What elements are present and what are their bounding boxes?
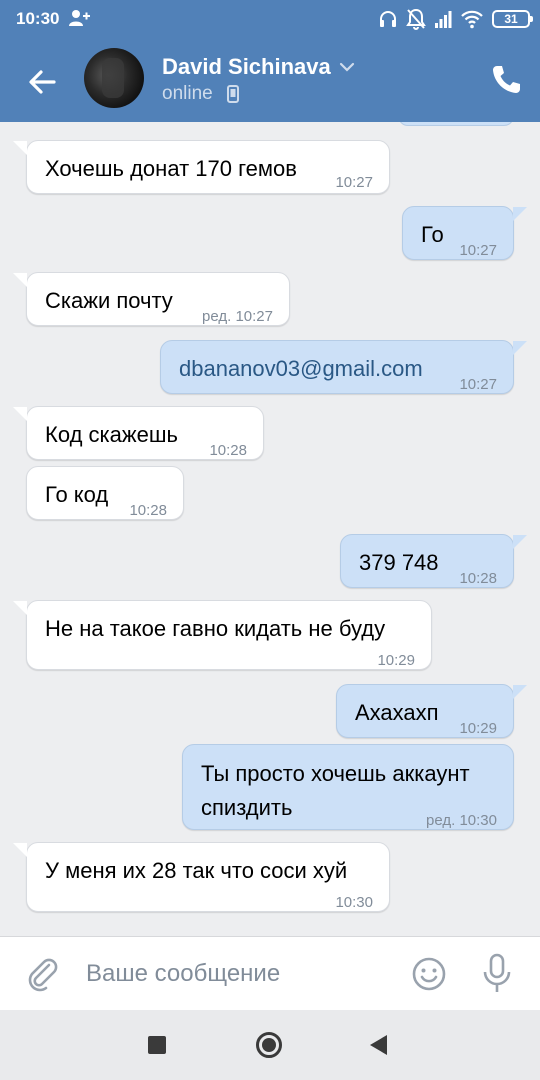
microphone-icon[interactable] [482,953,512,995]
contact-status: online [162,83,213,104]
message-time: 10:27 [459,376,497,393]
message-time: ред. 10:30 [426,812,497,829]
contact-name[interactable]: David Sichinava [162,54,331,80]
notifications-off-icon [406,8,426,30]
chevron-down-icon[interactable] [338,60,356,74]
message-text: Скажи почту [45,288,173,313]
system-back-icon[interactable] [370,1035,387,1055]
headphones-icon [380,11,396,27]
phone-call-icon[interactable] [486,60,526,100]
back-arrow-icon[interactable] [20,60,64,104]
system-navigation-bar [0,1010,540,1080]
message-text: 379 748 [359,550,439,575]
signal-icon [435,11,452,28]
status-bar: 10:30 31 [0,0,540,38]
message-text: Го код [45,482,109,507]
wifi-icon [461,10,483,29]
add-user-icon [69,10,90,26]
message-text: Го [421,222,444,247]
message-outgoing[interactable]: 379 748 10:28 [340,534,527,588]
message-outgoing[interactable]: Го 10:27 [402,206,527,260]
message-composer [0,936,540,1010]
recent-apps-icon[interactable] [148,1036,166,1054]
message-text: Не на такое гавно кидать не буду [45,616,386,641]
message-time: 10:28 [209,442,247,459]
message-time: 10:28 [129,502,167,519]
status-time: 10:30 [16,9,60,28]
previous-message-fragment [398,122,514,126]
message-outgoing[interactable]: dbananov03@gmail.com 10:27 [160,340,527,394]
avatar[interactable] [84,48,144,108]
message-time: 10:27 [335,174,373,191]
emoji-icon[interactable] [410,955,448,993]
email-link[interactable]: dbananov03@gmail.com [179,353,423,385]
message-text: У меня их 28 так что соси хуй [45,858,348,883]
message-list[interactable]: Хочешь донат 170 гемов 10:27 Го 10:27 Ск… [0,122,540,936]
status-icons: 31 [378,7,533,31]
message-time: 10:27 [459,242,497,259]
message-text: Хочешь донат 170 гемов [45,156,297,181]
message-incoming[interactable]: Код скажешь 10:28 [13,406,264,460]
message-input[interactable] [86,955,386,993]
message-outgoing[interactable]: Ахахахп 10:29 [336,684,527,738]
message-incoming[interactable]: Скажи почту ред. 10:27 [13,272,290,326]
message-incoming[interactable]: Го код 10:28 [26,466,184,520]
mobile-device-icon [227,85,239,103]
message-time: 10:30 [335,894,373,911]
message-incoming[interactable]: Хочешь донат 170 гемов 10:27 [13,140,390,194]
paperclip-icon[interactable] [24,955,60,993]
message-incoming[interactable]: Не на такое гавно кидать не буду 10:29 [13,600,432,670]
battery-icon: 31 [492,10,533,28]
message-outgoing[interactable]: Ты просто хочешь аккаунт спиздить ред. 1… [182,744,514,830]
message-incoming[interactable]: У меня их 28 так что соси хуй 10:30 [13,842,390,912]
message-time: 10:29 [459,720,497,737]
message-time: 10:29 [377,652,415,669]
message-time: 10:28 [459,570,497,587]
app-header: 10:30 31 David Sichinava online [0,0,540,122]
home-icon[interactable] [256,1032,282,1058]
message-text: Ахахахп [355,700,439,725]
message-text: Код скажешь [45,422,178,447]
message-time: ред. 10:27 [202,308,273,325]
